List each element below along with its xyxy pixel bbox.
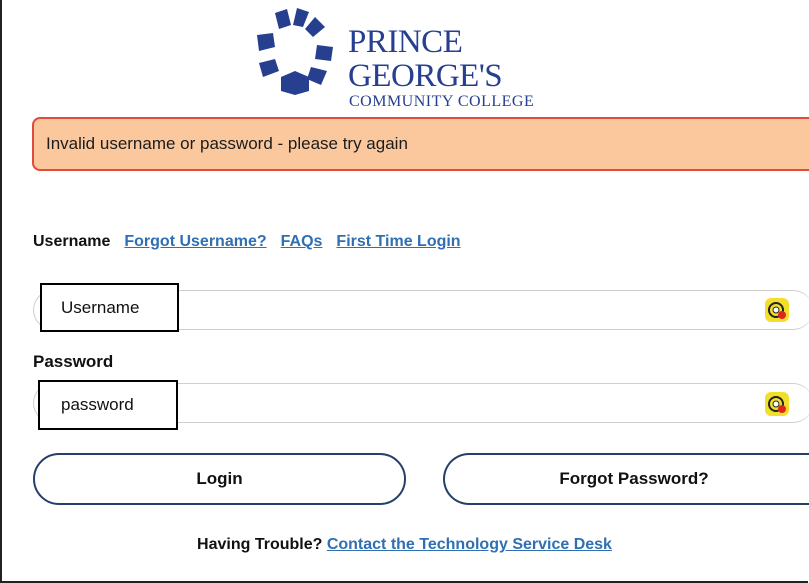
password-value: password <box>61 395 134 414</box>
forgot-password-button[interactable]: Forgot Password? <box>443 453 809 505</box>
help-text: Having Trouble? Contact the Technology S… <box>0 536 809 554</box>
faqs-link[interactable]: FAQs <box>281 233 323 251</box>
error-message: Invalid username or password - please tr… <box>46 134 408 153</box>
password-manager-glyph-icon <box>768 396 786 413</box>
first-time-login-link[interactable]: First Time Login <box>336 233 460 251</box>
password-manager-icon[interactable] <box>765 298 789 322</box>
college-logo: PRINCE GEORGE'S COMMUNITY COLLEGE <box>245 5 605 110</box>
login-button[interactable]: Login <box>33 453 406 505</box>
username-row: Username Forgot Username? FAQs First Tim… <box>33 233 461 251</box>
password-manager-glyph-icon <box>768 302 786 319</box>
error-alert: Invalid username or password - please tr… <box>32 117 809 171</box>
username-value: Username <box>61 297 140 317</box>
password-manager-icon[interactable] <box>765 392 789 416</box>
contact-service-desk-link[interactable]: Contact the Technology Service Desk <box>327 536 612 553</box>
logo-subtitle: COMMUNITY COLLEGE <box>349 93 535 110</box>
college-emblem-icon <box>257 8 333 95</box>
password-value-box: password <box>38 380 178 430</box>
forgot-username-link[interactable]: Forgot Username? <box>124 233 266 251</box>
username-value-box: Username <box>40 283 179 332</box>
password-label: Password <box>33 352 114 371</box>
help-prefix: Having Trouble? <box>197 536 323 553</box>
logo-title: PRINCE GEORGE'S <box>348 24 503 94</box>
username-label: Username <box>33 233 111 250</box>
